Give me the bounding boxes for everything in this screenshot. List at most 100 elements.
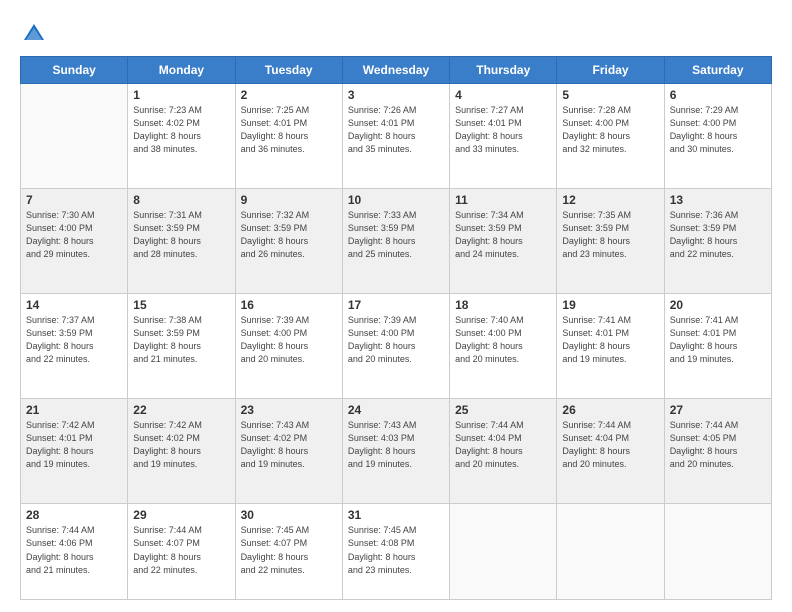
calendar-cell: 16 Sunrise: 7:39 AM Sunset: 4:00 PM Dayli… <box>235 294 342 399</box>
calendar-cell: 24 Sunrise: 7:43 AM Sunset: 4:03 PM Dayli… <box>342 399 449 504</box>
day-info: Sunrise: 7:28 AM Sunset: 4:00 PM Dayligh… <box>562 104 658 156</box>
weekday-header-tuesday: Tuesday <box>235 57 342 84</box>
calendar-cell <box>21 84 128 189</box>
day-info: Sunrise: 7:44 AM Sunset: 4:04 PM Dayligh… <box>562 419 658 471</box>
calendar-cell: 1 Sunrise: 7:23 AM Sunset: 4:02 PM Daylig… <box>128 84 235 189</box>
day-info: Sunrise: 7:45 AM Sunset: 4:08 PM Dayligh… <box>348 524 444 576</box>
weekday-header-monday: Monday <box>128 57 235 84</box>
day-number: 18 <box>455 298 551 312</box>
weekday-header-friday: Friday <box>557 57 664 84</box>
day-info: Sunrise: 7:45 AM Sunset: 4:07 PM Dayligh… <box>241 524 337 576</box>
day-info: Sunrise: 7:33 AM Sunset: 3:59 PM Dayligh… <box>348 209 444 261</box>
day-number: 5 <box>562 88 658 102</box>
day-number: 11 <box>455 193 551 207</box>
day-info: Sunrise: 7:43 AM Sunset: 4:03 PM Dayligh… <box>348 419 444 471</box>
page: SundayMondayTuesdayWednesdayThursdayFrid… <box>0 0 792 612</box>
calendar-cell: 22Sunrise: 7:42 AM Sunset: 4:02 PM Dayli… <box>128 399 235 504</box>
day-number: 2 <box>241 88 337 102</box>
calendar-cell: 28 Sunrise: 7:44 AM Sunset: 4:06 PM Dayli… <box>21 504 128 600</box>
day-number: 10 <box>348 193 444 207</box>
calendar-cell: 21 Sunrise: 7:42 AM Sunset: 4:01 PM Dayli… <box>21 399 128 504</box>
day-number: 22 <box>133 403 229 417</box>
day-info: Sunrise: 7:37 AM Sunset: 3:59 PM Dayligh… <box>26 314 122 366</box>
calendar-cell <box>557 504 664 600</box>
day-number: 4 <box>455 88 551 102</box>
day-number: 6 <box>670 88 766 102</box>
day-number: 1 <box>133 88 229 102</box>
calendar-cell <box>450 504 557 600</box>
week-row-2: 7Sunrise: 7:30 AM Sunset: 4:00 PM Daylig… <box>21 189 772 294</box>
day-number: 9 <box>241 193 337 207</box>
day-info: Sunrise: 7:38 AM Sunset: 3:59 PM Dayligh… <box>133 314 229 366</box>
day-info: Sunrise: 7:39 AM Sunset: 4:00 PM Dayligh… <box>241 314 337 366</box>
calendar-cell: 27 Sunrise: 7:44 AM Sunset: 4:05 PM Dayli… <box>664 399 771 504</box>
header <box>20 16 772 48</box>
calendar-cell: 6 Sunrise: 7:29 AM Sunset: 4:00 PM Daylig… <box>664 84 771 189</box>
day-number: 29 <box>133 508 229 522</box>
calendar-cell: 18 Sunrise: 7:40 AM Sunset: 4:00 PM Dayli… <box>450 294 557 399</box>
week-row-4: 21 Sunrise: 7:42 AM Sunset: 4:01 PM Dayli… <box>21 399 772 504</box>
day-info: Sunrise: 7:42 AM Sunset: 4:01 PM Dayligh… <box>26 419 122 471</box>
day-number: 12 <box>562 193 658 207</box>
day-info: Sunrise: 7:30 AM Sunset: 4:00 PM Dayligh… <box>26 209 122 261</box>
day-info: Sunrise: 7:23 AM Sunset: 4:02 PM Dayligh… <box>133 104 229 156</box>
logo-icon <box>20 20 48 48</box>
calendar-cell: 17Sunrise: 7:39 AM Sunset: 4:00 PM Dayli… <box>342 294 449 399</box>
day-number: 27 <box>670 403 766 417</box>
day-number: 21 <box>26 403 122 417</box>
week-row-1: 1 Sunrise: 7:23 AM Sunset: 4:02 PM Daylig… <box>21 84 772 189</box>
calendar-cell: 9 Sunrise: 7:32 AM Sunset: 3:59 PM Daylig… <box>235 189 342 294</box>
day-number: 15 <box>133 298 229 312</box>
calendar-cell: 5 Sunrise: 7:28 AM Sunset: 4:00 PM Daylig… <box>557 84 664 189</box>
calendar-cell: 3 Sunrise: 7:26 AM Sunset: 4:01 PM Daylig… <box>342 84 449 189</box>
day-number: 25 <box>455 403 551 417</box>
weekday-header-wednesday: Wednesday <box>342 57 449 84</box>
week-row-5: 28 Sunrise: 7:44 AM Sunset: 4:06 PM Dayli… <box>21 504 772 600</box>
weekday-header-thursday: Thursday <box>450 57 557 84</box>
day-info: Sunrise: 7:44 AM Sunset: 4:05 PM Dayligh… <box>670 419 766 471</box>
calendar-cell: 13 Sunrise: 7:36 AM Sunset: 3:59 PM Dayli… <box>664 189 771 294</box>
calendar-cell: 10 Sunrise: 7:33 AM Sunset: 3:59 PM Dayli… <box>342 189 449 294</box>
calendar-cell: 12Sunrise: 7:35 AM Sunset: 3:59 PM Dayli… <box>557 189 664 294</box>
day-number: 3 <box>348 88 444 102</box>
weekday-header-row: SundayMondayTuesdayWednesdayThursdayFrid… <box>21 57 772 84</box>
day-info: Sunrise: 7:43 AM Sunset: 4:02 PM Dayligh… <box>241 419 337 471</box>
calendar-cell: 26 Sunrise: 7:44 AM Sunset: 4:04 PM Dayli… <box>557 399 664 504</box>
day-info: Sunrise: 7:32 AM Sunset: 3:59 PM Dayligh… <box>241 209 337 261</box>
day-info: Sunrise: 7:26 AM Sunset: 4:01 PM Dayligh… <box>348 104 444 156</box>
calendar-cell: 25 Sunrise: 7:44 AM Sunset: 4:04 PM Dayli… <box>450 399 557 504</box>
calendar-cell: 23 Sunrise: 7:43 AM Sunset: 4:02 PM Dayli… <box>235 399 342 504</box>
calendar-cell: 19 Sunrise: 7:41 AM Sunset: 4:01 PM Dayli… <box>557 294 664 399</box>
day-info: Sunrise: 7:44 AM Sunset: 4:06 PM Dayligh… <box>26 524 122 576</box>
day-number: 8 <box>133 193 229 207</box>
day-number: 19 <box>562 298 658 312</box>
calendar-cell: 11Sunrise: 7:34 AM Sunset: 3:59 PM Dayli… <box>450 189 557 294</box>
day-info: Sunrise: 7:27 AM Sunset: 4:01 PM Dayligh… <box>455 104 551 156</box>
day-info: Sunrise: 7:41 AM Sunset: 4:01 PM Dayligh… <box>670 314 766 366</box>
day-info: Sunrise: 7:36 AM Sunset: 3:59 PM Dayligh… <box>670 209 766 261</box>
day-info: Sunrise: 7:31 AM Sunset: 3:59 PM Dayligh… <box>133 209 229 261</box>
calendar-cell: 4 Sunrise: 7:27 AM Sunset: 4:01 PM Daylig… <box>450 84 557 189</box>
day-number: 31 <box>348 508 444 522</box>
day-number: 16 <box>241 298 337 312</box>
day-info: Sunrise: 7:40 AM Sunset: 4:00 PM Dayligh… <box>455 314 551 366</box>
calendar-cell: 30 Sunrise: 7:45 AM Sunset: 4:07 PM Dayli… <box>235 504 342 600</box>
logo <box>20 20 52 48</box>
calendar-cell: 7Sunrise: 7:30 AM Sunset: 4:00 PM Daylig… <box>21 189 128 294</box>
calendar-cell: 29Sunrise: 7:44 AM Sunset: 4:07 PM Dayli… <box>128 504 235 600</box>
day-number: 14 <box>26 298 122 312</box>
day-info: Sunrise: 7:29 AM Sunset: 4:00 PM Dayligh… <box>670 104 766 156</box>
calendar-cell: 8 Sunrise: 7:31 AM Sunset: 3:59 PM Daylig… <box>128 189 235 294</box>
day-number: 30 <box>241 508 337 522</box>
day-info: Sunrise: 7:25 AM Sunset: 4:01 PM Dayligh… <box>241 104 337 156</box>
day-number: 24 <box>348 403 444 417</box>
weekday-header-saturday: Saturday <box>664 57 771 84</box>
day-number: 13 <box>670 193 766 207</box>
day-info: Sunrise: 7:44 AM Sunset: 4:04 PM Dayligh… <box>455 419 551 471</box>
day-number: 26 <box>562 403 658 417</box>
day-number: 28 <box>26 508 122 522</box>
day-info: Sunrise: 7:41 AM Sunset: 4:01 PM Dayligh… <box>562 314 658 366</box>
calendar-cell: 15 Sunrise: 7:38 AM Sunset: 3:59 PM Dayli… <box>128 294 235 399</box>
calendar-cell: 2 Sunrise: 7:25 AM Sunset: 4:01 PM Daylig… <box>235 84 342 189</box>
day-number: 23 <box>241 403 337 417</box>
